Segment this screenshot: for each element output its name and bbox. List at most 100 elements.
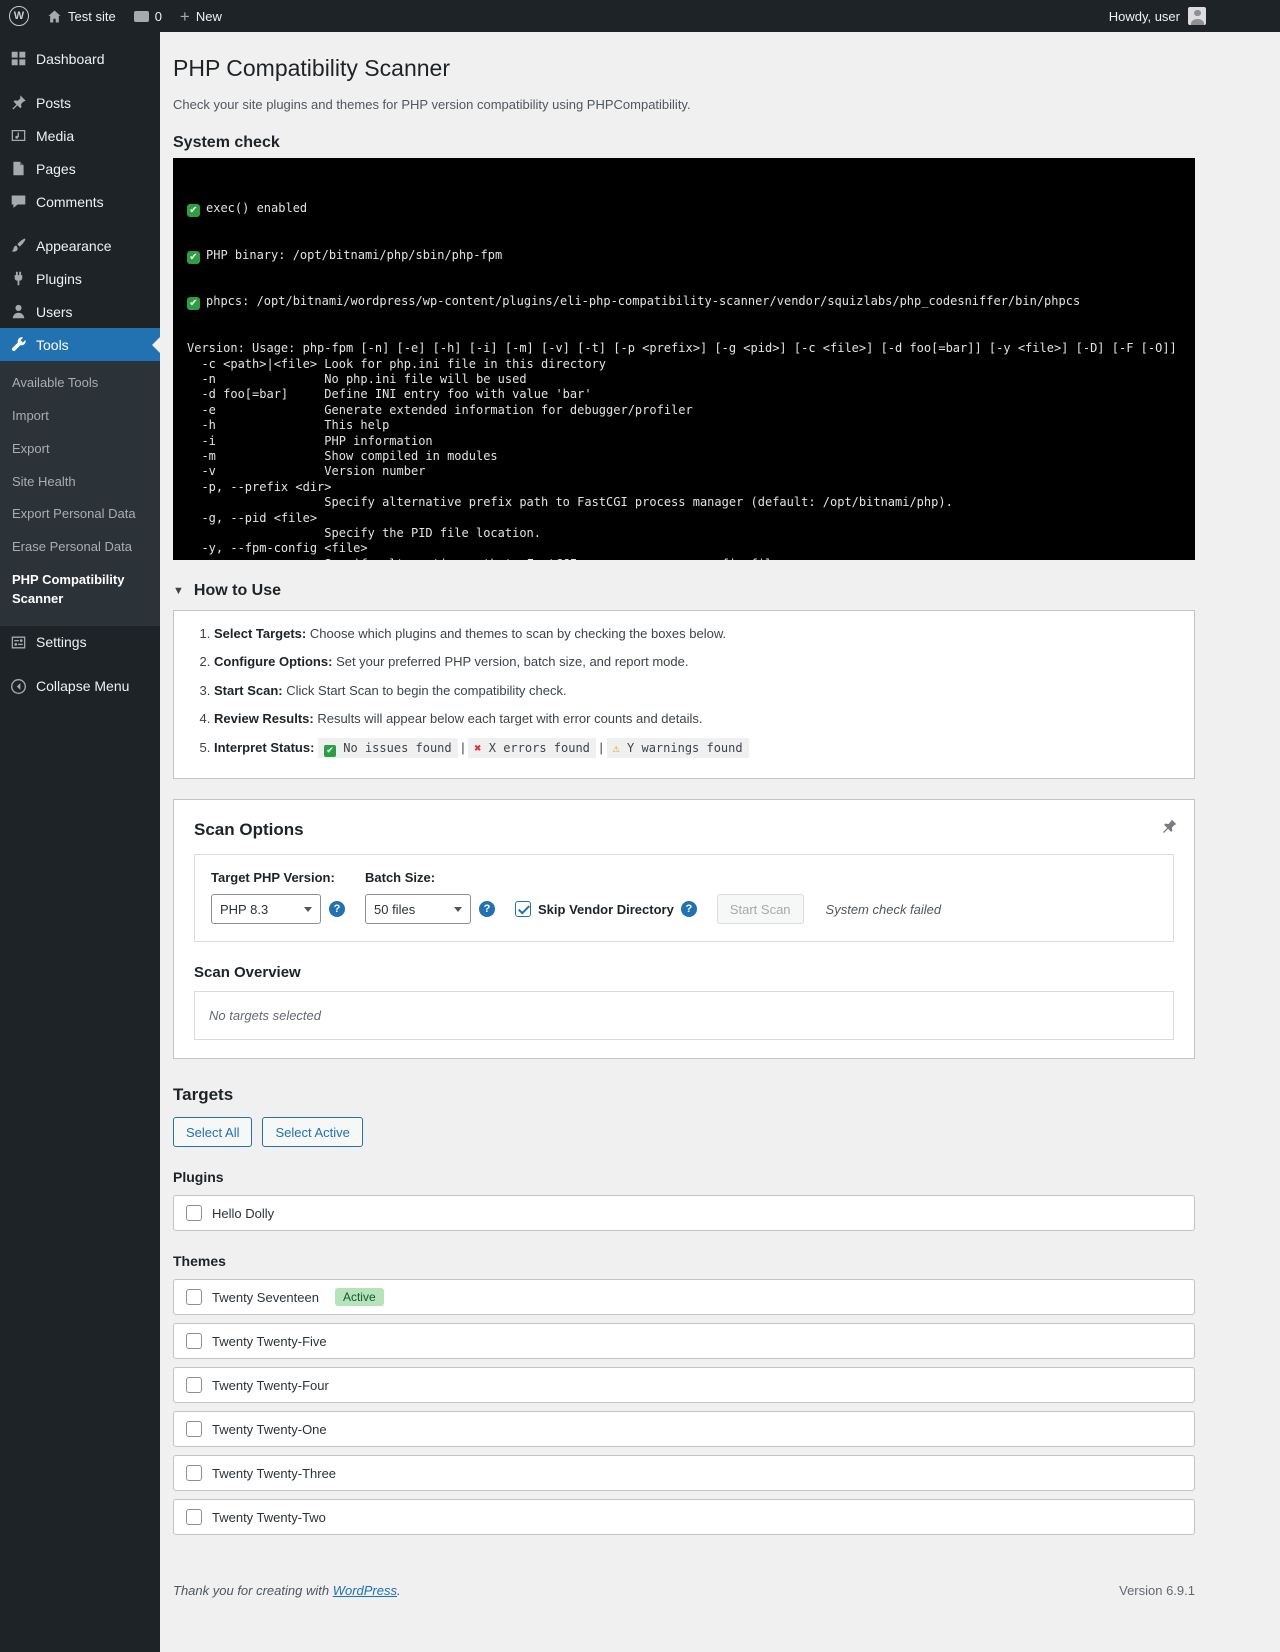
wordpress-admin-screen: W Test site 0 + New Howdy, user Dashboar… [0, 0, 1280, 1652]
targets-actions: Select All Select Active [173, 1117, 1195, 1148]
submenu-import[interactable]: Import [0, 400, 160, 433]
theme-row: Twenty Seventeen Active [173, 1279, 1195, 1316]
php-version-label: Target PHP Version: [211, 870, 335, 886]
pushpin-icon [0, 94, 36, 111]
system-check-terminal: ✔ exec() enabled ✔ PHP binary: /opt/bitnam… [173, 157, 1195, 560]
theme-checkbox[interactable] [186, 1465, 202, 1482]
skip-vendor-checkbox[interactable] [515, 901, 531, 918]
theme-row: Twenty Twenty-One [173, 1411, 1195, 1448]
sidebar-item-dashboard[interactable]: Dashboard [0, 42, 160, 75]
php-version-help-icon[interactable]: ? [329, 901, 345, 918]
wordpress-link[interactable]: WordPress [333, 1583, 397, 1598]
select-all-button[interactable]: Select All [173, 1117, 253, 1148]
submenu-export-personal-data[interactable]: Export Personal Data [0, 498, 160, 531]
how-to-use-toggle[interactable]: ▼ How to Use [173, 582, 1195, 600]
theme-name: Twenty Seventeen [212, 1289, 319, 1305]
dashboard-icon [0, 50, 36, 67]
terminal-check-line: ✔ exec() enabled [187, 201, 1181, 217]
php-version-select[interactable]: PHP 8.3 [211, 894, 321, 925]
admin-bar: W Test site 0 + New Howdy, user [0, 0, 1280, 32]
start-scan-button[interactable]: Start Scan [716, 894, 804, 925]
scan-options-card: Scan Options Target PHP Version: PHP 8.3… [173, 799, 1195, 1060]
plugins-heading: Plugins [173, 1169, 224, 1186]
check-icon: ✔ [187, 297, 200, 311]
how-to-step: Interpret Status: ✔ No issues found | ✖ … [214, 737, 1176, 758]
sidebar-item-plugins[interactable]: Plugins [0, 262, 160, 295]
sidebar-item-posts[interactable]: Posts [0, 86, 160, 119]
menu-separator [0, 218, 160, 229]
site-name-link[interactable]: Test site [38, 0, 125, 32]
comment-bubble-icon [133, 10, 149, 22]
theme-name: Twenty Twenty-Four [212, 1377, 329, 1393]
skip-vendor-label: Skip Vendor Directory [538, 901, 674, 917]
scan-overview-title: Scan Overview [194, 964, 301, 982]
terminal-check-line: ✔ PHP binary: /opt/bitnami/php/sbin/php-f… [187, 248, 1181, 264]
pushpin-toggle-icon[interactable] [1160, 818, 1178, 841]
sidebar-item-pages[interactable]: Pages [0, 152, 160, 185]
user-icon [0, 303, 36, 320]
submenu-available-tools[interactable]: Available Tools [0, 367, 160, 400]
check-icon: ✔ [187, 203, 200, 217]
wordpress-logo-menu[interactable]: W [0, 0, 38, 32]
theme-checkbox[interactable] [186, 1421, 202, 1438]
admin-sidebar: Dashboard Posts Media Pages Comments App… [0, 32, 160, 1652]
user-avatar [1188, 7, 1206, 25]
theme-name: Twenty Twenty-Five [212, 1333, 327, 1349]
submenu-site-health[interactable]: Site Health [0, 466, 160, 499]
theme-row: Twenty Twenty-Three [173, 1455, 1195, 1492]
php-version-select-wrap: PHP 8.3 [211, 894, 321, 925]
theme-checkbox[interactable] [186, 1289, 202, 1306]
themes-heading: Themes [173, 1253, 226, 1270]
batch-size-help-icon[interactable]: ? [479, 901, 495, 918]
comments-count: 0 [154, 8, 162, 24]
tools-submenu: Available Tools Import Export Site Healt… [0, 361, 160, 626]
targets-title: Targets [173, 1085, 234, 1105]
skip-vendor-group: Skip Vendor Directory ? [515, 901, 697, 918]
theme-row: Twenty Twenty-Four [173, 1367, 1195, 1404]
sidebar-item-appearance[interactable]: Appearance [0, 229, 160, 262]
batch-size-select[interactable]: 50 files [365, 894, 471, 925]
sidebar-item-media[interactable]: Media [0, 119, 160, 152]
sidebar-item-tools[interactable]: Tools [0, 328, 160, 361]
new-content-menu[interactable]: + New [171, 0, 231, 32]
menu-separator [0, 659, 160, 670]
how-to-use-panel: Select Targets: Choose which plugins and… [173, 609, 1195, 780]
select-active-button[interactable]: Select Active [262, 1117, 363, 1148]
plugin-checkbox[interactable] [186, 1205, 202, 1222]
theme-row: Twenty Twenty-Two [173, 1499, 1195, 1536]
site-name-label: Test site [68, 8, 116, 24]
footer-thanks: Thank you for creating with WordPress. [173, 1583, 401, 1599]
plugin-icon [0, 270, 36, 287]
comments-icon [0, 193, 36, 210]
terminal-check-line: ✔ phpcs: /opt/bitnami/wordpress/wp-conten… [187, 294, 1181, 311]
submenu-php-compatibility-scanner[interactable]: PHP Compatibility Scanner [0, 564, 160, 616]
theme-name: Twenty Twenty-Three [212, 1465, 337, 1481]
comments-shortcut[interactable]: 0 [125, 0, 171, 32]
howdy-label: Howdy, user [1108, 8, 1180, 24]
theme-checkbox[interactable] [186, 1377, 202, 1394]
cross-icon: ✖ [474, 740, 482, 755]
submenu-export[interactable]: Export [0, 433, 160, 466]
account-menu[interactable]: Howdy, user [1109, 0, 1206, 32]
sidebar-item-collapse-menu[interactable]: Collapse Menu [0, 670, 160, 703]
theme-checkbox[interactable] [186, 1333, 202, 1350]
home-icon [48, 10, 61, 22]
batch-size-select-wrap: 50 files [365, 894, 471, 925]
theme-row: Twenty Twenty-Five [173, 1323, 1195, 1360]
sidebar-item-settings[interactable]: Settings [0, 626, 160, 659]
skip-vendor-help-icon[interactable]: ? [680, 901, 697, 918]
pages-icon [0, 160, 36, 177]
collapse-triangle-icon: ▼ [173, 584, 184, 597]
footer-version: Version 6.9.1 [1119, 1583, 1195, 1599]
system-check-status: System check failed [825, 902, 942, 918]
collapse-arrow-icon [0, 678, 36, 695]
submenu-erase-personal-data[interactable]: Erase Personal Data [0, 531, 160, 564]
batch-size-field: Batch Size: 50 files ? [365, 870, 495, 925]
how-to-use-title: How to Use [193, 581, 282, 599]
theme-name: Twenty Twenty-One [212, 1421, 327, 1437]
admin-footer: Thank you for creating with WordPress. V… [173, 1583, 1195, 1622]
sidebar-item-users[interactable]: Users [0, 295, 160, 328]
sidebar-item-comments[interactable]: Comments [0, 185, 160, 218]
how-to-step: Configure Options: Set your preferred PH… [214, 652, 1176, 672]
theme-checkbox[interactable] [186, 1509, 202, 1526]
